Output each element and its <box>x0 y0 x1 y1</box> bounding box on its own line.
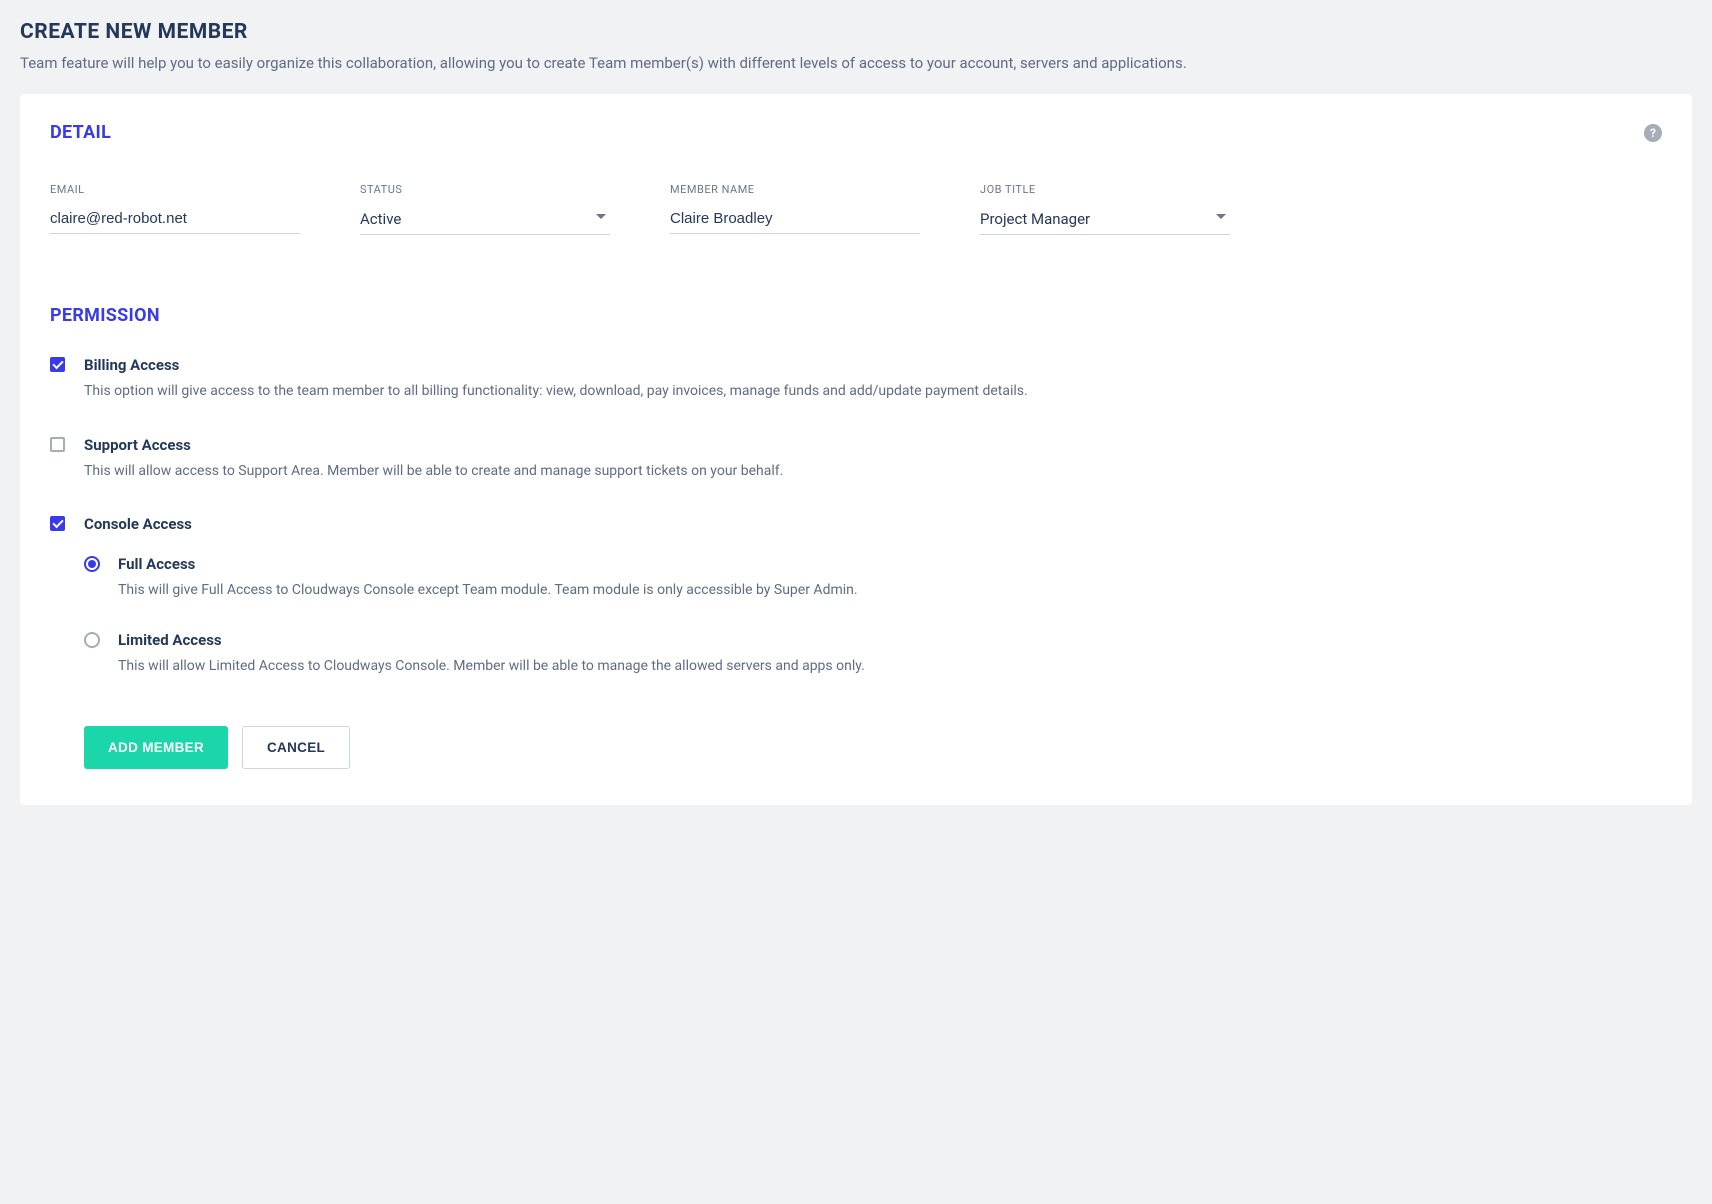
status-field-group: STATUS Active <box>360 183 610 235</box>
permission-item-support: Support Access This will allow access to… <box>50 436 1662 482</box>
email-field-group: EMAIL <box>50 183 300 235</box>
form-actions: ADD MEMBER CANCEL <box>84 726 1662 769</box>
console-title: Console Access <box>84 515 1662 533</box>
console-option-limited: Limited Access This will allow Limited A… <box>84 631 1662 677</box>
console-checkbox[interactable] <box>50 516 65 531</box>
limited-access-radio[interactable] <box>84 632 100 648</box>
billing-desc: This option will give access to the team… <box>84 382 1662 402</box>
help-icon[interactable]: ? <box>1644 124 1662 142</box>
status-label: STATUS <box>360 183 610 196</box>
cancel-button[interactable]: CANCEL <box>242 726 350 769</box>
permission-heading: PERMISSION <box>50 305 1662 326</box>
status-select[interactable]: Active <box>360 204 610 235</box>
job-title-label: JOB TITLE <box>980 183 1230 196</box>
console-sub-options: Full Access This will give Full Access t… <box>84 555 1662 676</box>
full-access-radio[interactable] <box>84 556 100 572</box>
permission-list: Billing Access This option will give acc… <box>50 356 1662 676</box>
member-form-card: DETAIL ? EMAIL STATUS Active MEMBER NAME… <box>20 94 1692 805</box>
job-title-field-group: JOB TITLE Project Manager <box>980 183 1230 235</box>
limited-access-desc: This will allow Limited Access to Cloudw… <box>118 657 1662 677</box>
full-access-title: Full Access <box>118 555 1662 573</box>
billing-title: Billing Access <box>84 356 1662 374</box>
support-title: Support Access <box>84 436 1662 454</box>
console-option-full: Full Access This will give Full Access t… <box>84 555 1662 601</box>
email-field[interactable] <box>50 204 300 234</box>
member-name-field-group: MEMBER NAME <box>670 183 920 235</box>
billing-checkbox[interactable] <box>50 357 65 372</box>
limited-access-title: Limited Access <box>118 631 1662 649</box>
detail-fields-row: EMAIL STATUS Active MEMBER NAME JOB TITL… <box>50 183 1662 235</box>
support-desc: This will allow access to Support Area. … <box>84 462 1662 482</box>
permission-item-console: Console Access <box>50 515 1662 541</box>
email-label: EMAIL <box>50 183 300 196</box>
page-title: CREATE NEW MEMBER <box>20 20 1692 44</box>
permission-item-billing: Billing Access This option will give acc… <box>50 356 1662 402</box>
page-subtitle: Team feature will help you to easily org… <box>20 54 1692 72</box>
add-member-button[interactable]: ADD MEMBER <box>84 726 228 769</box>
member-name-label: MEMBER NAME <box>670 183 920 196</box>
detail-heading: DETAIL <box>50 122 111 143</box>
member-name-field[interactable] <box>670 204 920 234</box>
job-title-select[interactable]: Project Manager <box>980 204 1230 235</box>
support-checkbox[interactable] <box>50 437 65 452</box>
full-access-desc: This will give Full Access to Cloudways … <box>118 581 1662 601</box>
detail-header: DETAIL ? <box>50 122 1662 143</box>
